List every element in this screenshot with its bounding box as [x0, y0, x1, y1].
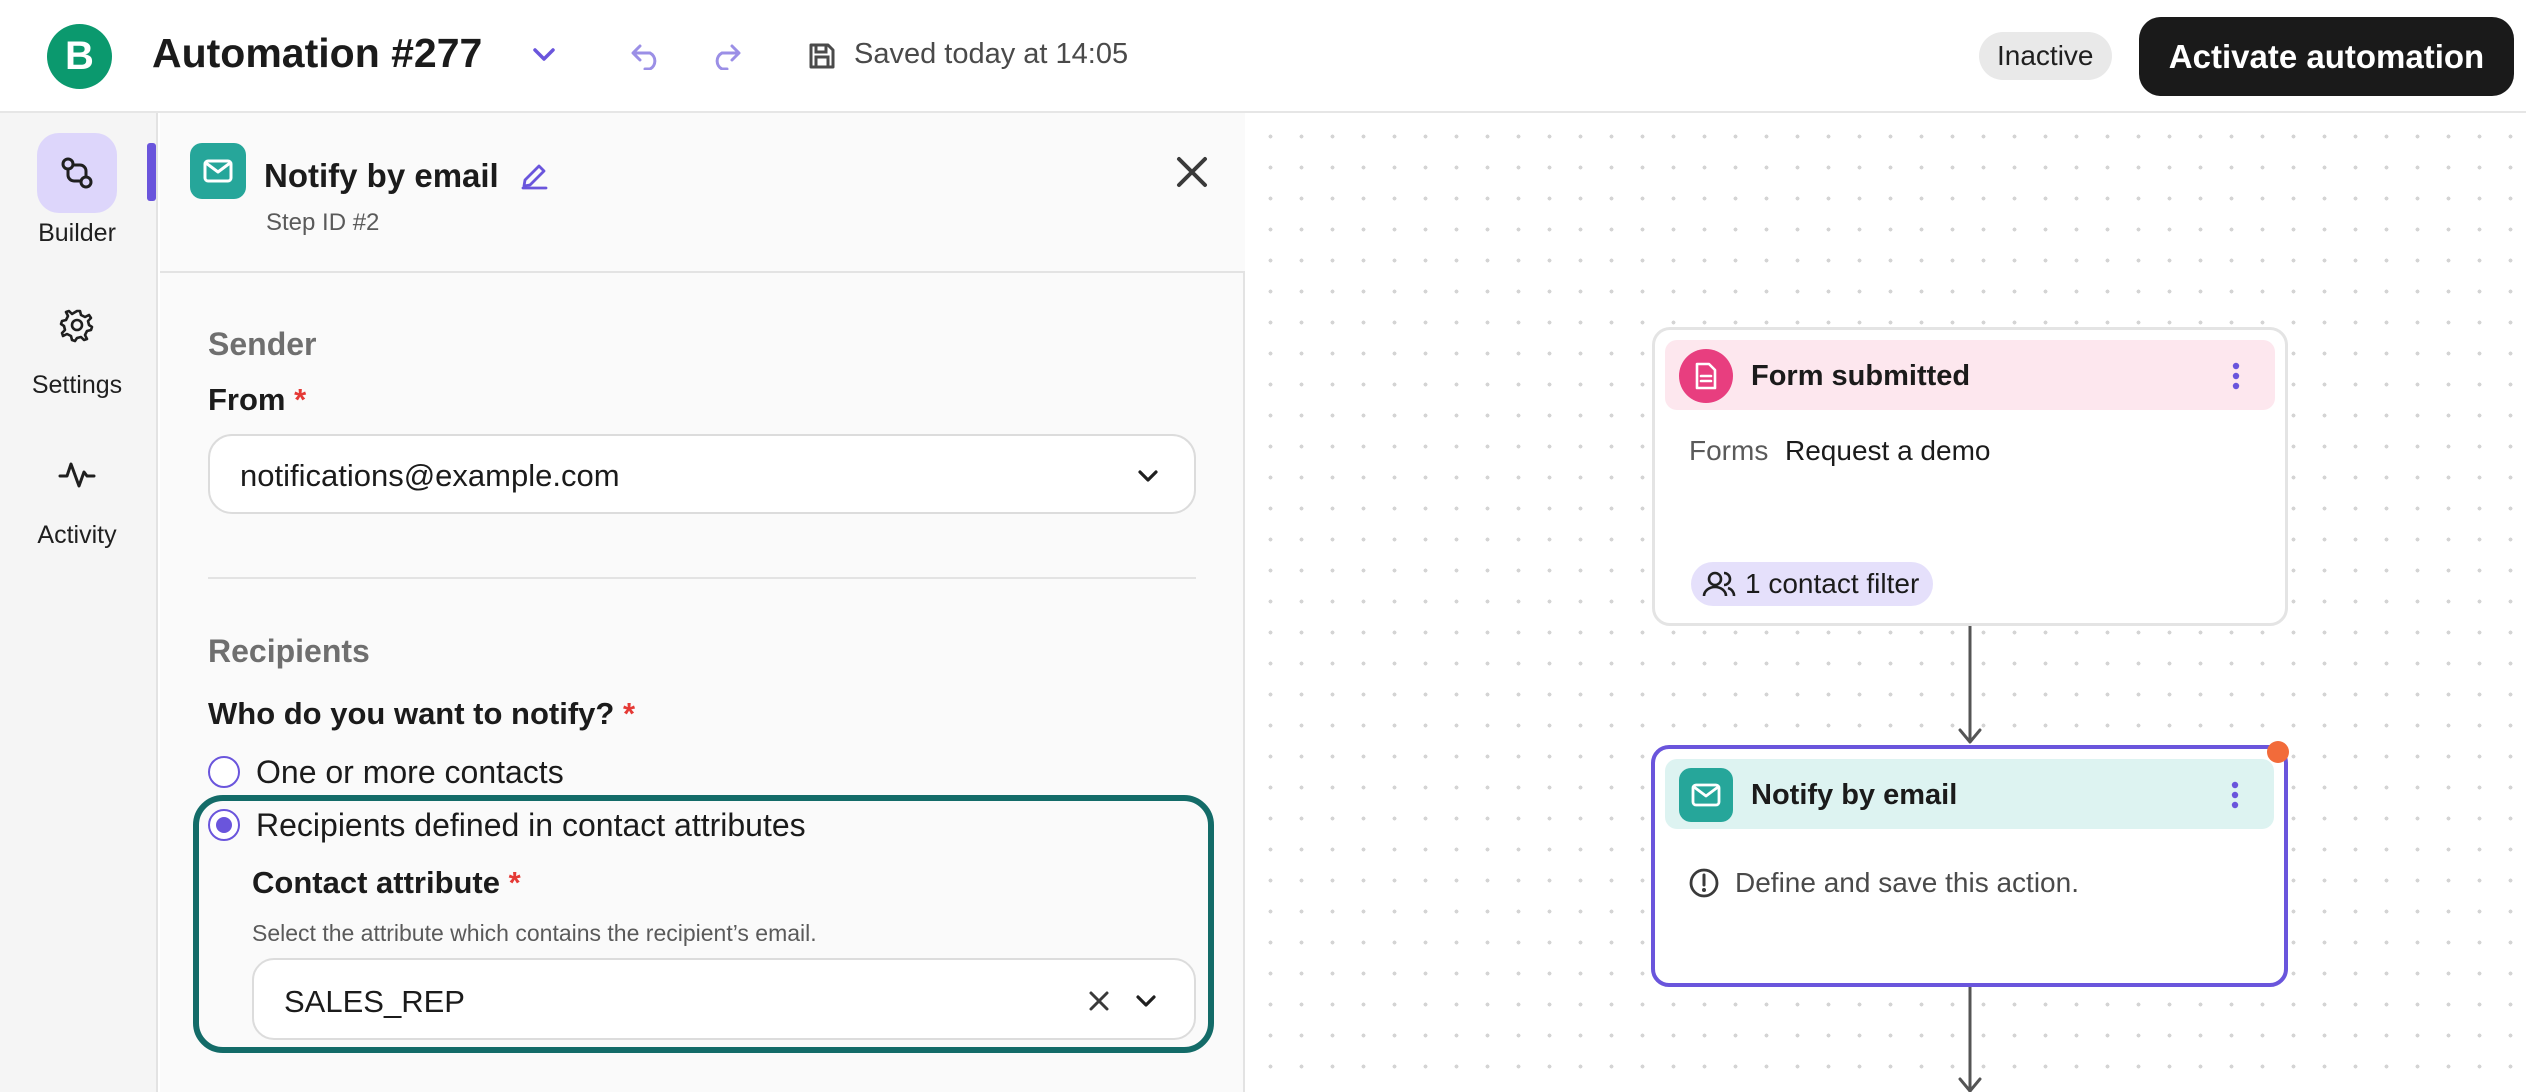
step-config-panel: Notify by email Step ID #2 Sender From *… [160, 113, 1245, 1092]
radio-button[interactable] [208, 756, 240, 788]
close-icon[interactable] [1167, 147, 1217, 197]
chevron-down-icon [1132, 460, 1164, 492]
top-bar: B Automation #277 Saved today at 14:05 I… [0, 0, 2526, 113]
step-id: Step ID #2 [266, 209, 380, 236]
chevron-down-icon[interactable] [527, 38, 561, 72]
gear-icon [37, 285, 117, 365]
contact-attribute-select[interactable]: SALES_REP [252, 958, 1196, 1040]
contact-filter-text: 1 contact filter [1745, 568, 1920, 599]
mail-icon [1679, 768, 1733, 822]
notify-question-text: Who do you want to notify? [208, 696, 615, 731]
contact-attribute-value: SALES_REP [284, 984, 465, 1019]
save-icon [804, 38, 840, 74]
activate-automation-button[interactable]: Activate automation [2139, 17, 2514, 96]
from-select-value: notifications@example.com [240, 458, 620, 493]
status-badge: Inactive [1979, 32, 2112, 80]
left-nav: Builder Settings Activity [0, 113, 158, 1092]
node-warning-text: Define and save this action. [1735, 867, 2079, 898]
pencil-icon[interactable] [515, 157, 553, 195]
from-label: From * [208, 382, 306, 418]
trigger-node-form-submitted[interactable]: Form submitted Forms Request a demo 1 co… [1652, 327, 2288, 626]
section-divider [208, 577, 1196, 579]
notify-question-label: Who do you want to notify? * [208, 696, 635, 732]
recipients-section-title: Recipients [208, 633, 370, 669]
radio-option-contact-attributes[interactable]: Recipients defined in contact attributes [208, 805, 806, 845]
contact-filter-chip[interactable]: 1 contact filter [1691, 562, 1934, 606]
nav-item-builder[interactable]: Builder [0, 133, 154, 248]
more-vertical-icon[interactable] [2221, 358, 2251, 394]
alert-circle-icon [1687, 866, 1721, 900]
nav-item-activity[interactable]: Activity [0, 435, 154, 550]
nav-label-settings: Settings [31, 371, 123, 399]
nav-active-indicator [147, 143, 156, 201]
from-select[interactable]: notifications@example.com [208, 434, 1196, 514]
sender-section-title: Sender [208, 326, 317, 362]
action-node-notify-email[interactable]: Notify by email Define and save this act… [1651, 745, 2288, 987]
node-header: Notify by email [1665, 759, 2274, 829]
node-warning: Define and save this action. [1687, 866, 2079, 900]
required-marker: * [294, 382, 307, 417]
logo-letter: B [65, 34, 94, 78]
mail-icon [190, 143, 246, 199]
more-vertical-icon[interactable] [2220, 777, 2250, 813]
from-label-text: From [208, 382, 286, 417]
clear-icon[interactable] [1082, 984, 1116, 1018]
node-forms-value: Request a demo [1785, 435, 1991, 466]
unsaved-indicator-dot [2267, 741, 2289, 763]
brand-logo[interactable]: B [47, 24, 112, 89]
node-header: Form submitted [1665, 340, 2275, 410]
node-title: Notify by email [1751, 779, 1958, 811]
nav-label-builder: Builder [38, 219, 116, 247]
required-marker: * [623, 696, 636, 731]
radio-label: One or more contacts [256, 753, 564, 790]
activity-icon [37, 435, 117, 515]
chevron-down-icon[interactable] [1130, 985, 1162, 1017]
contact-attribute-label: Contact attribute * [252, 865, 521, 901]
radio-button-selected[interactable] [208, 809, 240, 841]
nav-item-settings[interactable]: Settings [0, 285, 154, 400]
radio-option-contacts[interactable]: One or more contacts [208, 752, 564, 792]
connector-arrow [1958, 626, 1982, 744]
users-icon [1701, 568, 1737, 600]
nav-label-activity: Activity [37, 521, 117, 549]
form-icon [1679, 349, 1733, 403]
redo-icon[interactable] [706, 36, 746, 76]
connector-arrow [1958, 987, 1982, 1092]
panel-header: Notify by email Step ID #2 [160, 113, 1245, 273]
saved-status: Saved today at 14:05 [854, 38, 1129, 70]
node-title: Form submitted [1751, 360, 1971, 392]
panel-title: Notify by email [264, 157, 499, 194]
builder-icon [37, 133, 117, 213]
radio-label: Recipients defined in contact attributes [256, 806, 806, 843]
contact-attribute-help: Select the attribute which contains the … [252, 920, 817, 946]
undo-icon[interactable] [626, 36, 666, 76]
automation-title[interactable]: Automation #277 [152, 30, 482, 77]
required-marker: * [508, 865, 521, 900]
radio-dot [216, 817, 232, 833]
contact-attribute-label-text: Contact attribute [252, 865, 500, 900]
node-forms-key: Forms [1689, 435, 1769, 466]
